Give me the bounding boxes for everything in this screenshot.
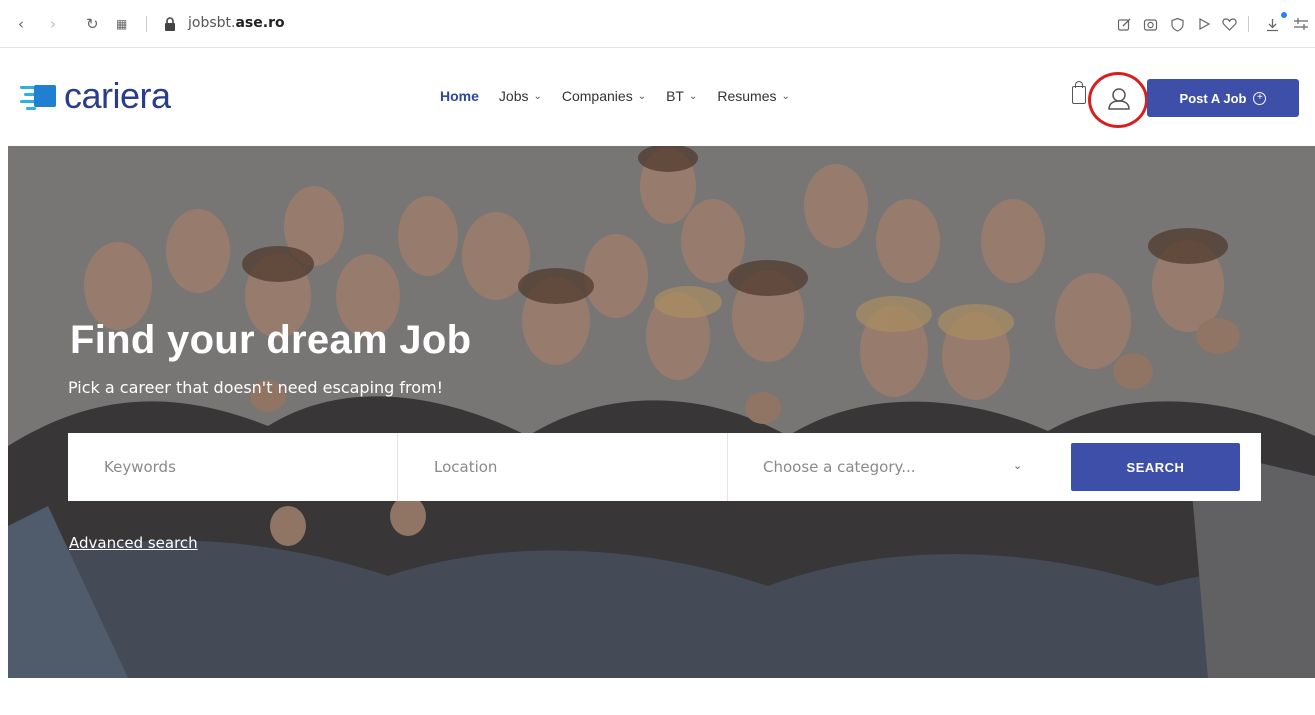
nav-item-resumes[interactable]: Resumes ⌄ — [717, 88, 790, 104]
logo-mark-icon — [20, 81, 62, 111]
location-input[interactable] — [434, 458, 727, 476]
browser-toolbar: ‹ › ↻ ▦ jobsbt.ase.ro — [0, 0, 1315, 48]
post-a-job-button[interactable]: Post A Job + — [1147, 79, 1299, 117]
chevron-down-icon: ⌄ — [688, 90, 698, 102]
nav-item-bt[interactable]: BT ⌄ — [666, 88, 697, 104]
highlight-annotation-circle — [1088, 72, 1148, 128]
toolbar-divider — [146, 16, 147, 32]
plus-circle-icon: + — [1253, 91, 1267, 105]
edit-icon[interactable] — [1117, 14, 1132, 34]
toolbar-divider — [1248, 16, 1249, 32]
apps-icon[interactable]: ▦ — [116, 14, 127, 34]
page-below-hero — [0, 678, 1315, 715]
keywords-field-wrapper — [68, 433, 398, 501]
lock-icon[interactable] — [164, 14, 176, 34]
site-logo[interactable]: cariera — [20, 78, 171, 114]
hero-section: Find your dream Job Pick a career that d… — [8, 146, 1315, 678]
play-icon[interactable] — [1197, 14, 1211, 34]
job-search-form: Choose a category... ⌄ SEARCH — [68, 433, 1261, 501]
chevron-down-icon: ⌄ — [781, 90, 790, 102]
hero-subtitle: Pick a career that doesn't need escaping… — [68, 378, 444, 397]
address-bar[interactable]: jobsbt.ase.ro — [188, 15, 285, 31]
nav-item-home[interactable]: Home — [440, 88, 479, 104]
keywords-input[interactable] — [104, 458, 397, 476]
site-header: cariera Home Jobs ⌄ Companies ⌄ BT ⌄ Resume… — [0, 48, 1315, 146]
hero-title: Find your dream Job — [70, 318, 472, 362]
category-select-value: Choose a category... — [763, 458, 916, 476]
advanced-search-link[interactable]: Advanced search — [69, 534, 198, 552]
forward-icon[interactable]: › — [50, 14, 56, 34]
main-nav: Home Jobs ⌄ Companies ⌄ BT ⌄ Resumes ⌄ — [440, 88, 810, 104]
notification-dot — [1281, 12, 1287, 18]
menu-icon[interactable] — [1293, 14, 1309, 34]
download-icon[interactable] — [1265, 14, 1280, 34]
chevron-down-icon: ⌄ — [533, 90, 542, 102]
back-icon[interactable]: ‹ — [18, 14, 24, 34]
camera-icon[interactable] — [1143, 14, 1158, 34]
shield-icon[interactable] — [1170, 14, 1185, 34]
hero-overlay — [8, 146, 1315, 678]
shopping-bag-icon[interactable] — [1072, 81, 1086, 104]
category-select[interactable]: Choose a category... ⌄ — [728, 433, 1068, 501]
search-button[interactable]: SEARCH — [1071, 443, 1240, 491]
location-field-wrapper — [398, 433, 728, 501]
logo-text: cariera — [64, 75, 171, 116]
nav-item-jobs[interactable]: Jobs ⌄ — [499, 88, 542, 104]
nav-item-companies[interactable]: Companies ⌄ — [562, 88, 646, 104]
heart-icon[interactable] — [1222, 14, 1237, 34]
chevron-down-icon: ⌄ — [1013, 459, 1023, 472]
chevron-down-icon: ⌄ — [637, 90, 647, 102]
reload-icon[interactable]: ↻ — [86, 14, 99, 34]
